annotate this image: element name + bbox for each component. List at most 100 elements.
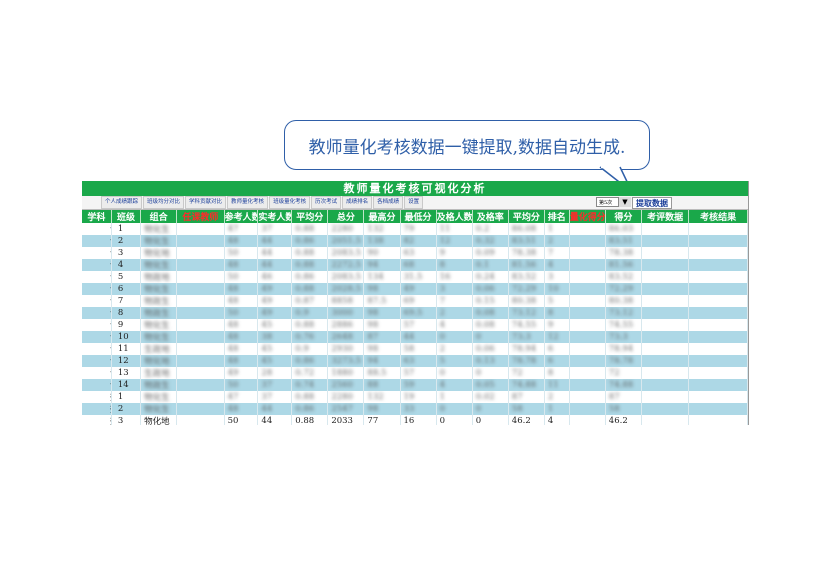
table-cell [641,343,690,355]
table-cell: 77 [363,415,401,425]
table-cell [688,379,748,391]
table-cell: 0.24 [472,271,509,283]
table-cell: 0.88 [291,283,329,295]
table-cell: 4 [111,259,142,271]
table-cell: 37 [257,391,293,403]
table-cell: 3 [544,271,570,283]
table-cell: 83.52 [605,271,642,283]
table-cell: 14 [111,379,142,391]
nav-button-1[interactable]: 班级均分对比 [143,196,185,209]
table-cell: 0.06 [472,343,509,355]
table-cell: 50 [224,247,259,259]
table-cell: 10 [111,331,142,343]
table-cell: 48 [224,295,259,307]
table-cell: 63 [400,355,437,367]
header-row: 学科 班级 组合 任课教师 参考人数 实考人数 平均分 总分 最高分 最低分 及格人数 及格率 平均分排… [82,210,748,223]
table-cell: 2280 [327,391,365,403]
table-cell: 94 [363,355,401,367]
nav-button-8[interactable]: 设置 [404,196,424,209]
table-cell: 72.29 [605,283,642,295]
table-cell: 48 [224,403,259,415]
nav-button-0[interactable]: 个人成绩跟踪 [101,196,143,209]
table-cell: 0.05 [472,379,509,391]
table-cell [641,403,690,415]
nav-button-3[interactable]: 教师量化考核 [227,196,269,209]
table-cell [569,415,606,425]
table-cell: 3 [111,415,142,425]
spreadsheet: 教师量化考核可视化分析 个人成绩跟踪 班级均分对比 学科贡献对比 教师量化考核 班级量化… [82,181,749,425]
table-cell [641,415,690,425]
nav-button-6[interactable]: 成绩排名 [342,196,373,209]
column-header: 任课教师 [176,210,225,223]
table-cell [176,415,225,425]
nav-button-7[interactable]: 各档成绩 [373,196,404,209]
table-cell: 45 [257,319,293,331]
table-cell [569,403,606,415]
table-cell: 2648 [327,331,365,343]
table-cell: 3 [111,247,142,259]
table-cell: 48 [224,259,259,271]
table-cell [688,283,748,295]
table-cell: 2 [436,307,473,319]
table-cell: 78.38 [605,247,642,259]
table-cell: 0.88 [291,259,329,271]
table-cell: 语文 [82,355,112,367]
data-table: 学科 班级 组合 任课教师 参考人数 实考人数 平均分 总分 最高分 最低分 及格人数 及格率 平均分排… [82,210,748,425]
table-cell [688,367,748,379]
table-cell: 37 [257,223,293,235]
table-cell: 0.15 [472,295,509,307]
table-row: 语文7物政生48490.87885887.56970.1580.38580.38 [82,295,748,307]
table-cell: 98 [363,307,401,319]
table-cell: 59 [400,379,437,391]
table-cell [569,271,606,283]
table-cell: 82 [400,235,437,247]
table-cell: 38 [257,331,293,343]
table-cell: 物政地 [140,271,178,283]
table-cell: 44 [400,331,437,343]
table-cell: 5 [111,271,142,283]
callout-bubble: 教师量化考核数据一键提取,数据自动生成. [284,120,650,170]
table-cell: 6 [544,355,570,367]
table-cell: 46.2 [605,415,642,425]
table-cell: 58 [400,343,437,355]
table-cell: 物化地 [140,415,178,425]
table-row: 语文14物政生50370.742560885940.0574.881174.88 [82,379,748,391]
table-cell: 19 [400,391,437,403]
table-cell: 物化生 [140,223,178,235]
table-cell: 0.06 [472,283,509,295]
table-cell: 物化地 [140,247,178,259]
table-cell: 48 [224,319,259,331]
nav-button-2[interactable]: 学科贡献对比 [185,196,227,209]
column-header: 考核结果 [688,210,748,223]
table-cell: 8 [544,367,570,379]
table-cell: 3000 [327,307,365,319]
table-cell: 6 [544,343,570,355]
nav-button-5[interactable]: 历次考试 [311,196,342,209]
table-cell [641,307,690,319]
table-cell: 49 [257,307,293,319]
table-cell: 48 [224,331,259,343]
table-cell: 数学 [82,415,112,425]
table-cell: 87 [605,391,642,403]
table-cell: 63 [400,247,437,259]
table-cell: 73.3 [605,331,642,343]
table-cell: 86.03 [605,223,642,235]
table-cell: 生政地 [140,367,178,379]
fetch-data-button[interactable]: 提取数据 [632,197,672,209]
table-cell: 57 [400,367,437,379]
table-cell: 物政生 [140,295,178,307]
nav-button-4[interactable]: 班级量化考核 [269,196,311,209]
table-cell: 90 [363,247,401,259]
column-header: 量化得分 [569,210,606,223]
column-header: 实考人数 [257,210,293,223]
table-cell: 33 [400,403,437,415]
table-cell: 69 [400,295,437,307]
table-cell: 45 [257,355,293,367]
table-cell [641,271,690,283]
chevron-down-icon[interactable]: ▼ [618,197,631,207]
table-cell: 9 [544,319,570,331]
table-cell: 83.51 [605,235,642,247]
sheet-title: 教师量化考核可视化分析 [82,181,748,196]
table-cell: 87 [363,331,401,343]
column-header: 平均分 [291,210,329,223]
